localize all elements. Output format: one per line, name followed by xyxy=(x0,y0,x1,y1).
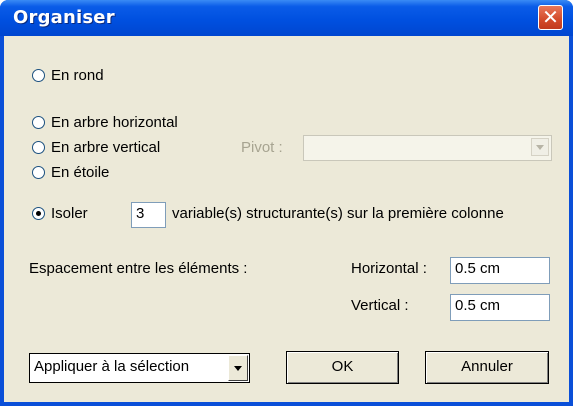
isolate-suffix-label: variable(s) structurante(s) sur la premi… xyxy=(172,205,504,222)
dialog-title: Organiser xyxy=(13,7,115,28)
chevron-down-icon xyxy=(531,138,549,156)
cancel-button[interactable]: Annuler xyxy=(425,351,549,384)
title-bar[interactable]: Organiser ✕ xyxy=(0,0,573,36)
apply-scope-select[interactable]: Appliquer à la sélection xyxy=(29,353,250,383)
radio-isolate-label[interactable]: Isoler xyxy=(51,205,88,223)
pivot-select xyxy=(303,135,552,161)
horizontal-spacing-input[interactable]: 0.5 cm xyxy=(450,257,550,284)
vertical-spacing-label: Vertical : xyxy=(351,297,409,314)
radio-horizontal-tree[interactable] xyxy=(32,116,45,129)
close-button[interactable]: ✕ xyxy=(538,5,563,30)
radio-circle[interactable] xyxy=(32,69,45,82)
radio-vertical-tree[interactable] xyxy=(32,141,45,154)
radio-star[interactable] xyxy=(32,166,45,179)
radio-circle-label[interactable]: En rond xyxy=(51,67,104,85)
pivot-label: Pivot : xyxy=(241,139,283,156)
radio-star-label[interactable]: En étoile xyxy=(51,164,109,182)
radio-horizontal-tree-label[interactable]: En arbre horizontal xyxy=(51,114,178,132)
organiser-dialog: Organiser ✕ En rond En arbre horizontal … xyxy=(0,0,573,406)
ok-button[interactable]: OK xyxy=(286,351,399,384)
vertical-spacing-input[interactable]: 0.5 cm xyxy=(450,294,550,321)
radio-vertical-tree-label[interactable]: En arbre vertical xyxy=(51,139,160,157)
close-icon: ✕ xyxy=(542,5,559,29)
radio-isolate[interactable] xyxy=(32,207,45,220)
spacing-label: Espacement entre les éléments : xyxy=(29,260,248,277)
isolate-count-input[interactable]: 3 xyxy=(131,202,166,228)
apply-scope-value: Appliquer à la sélection xyxy=(34,358,190,375)
dialog-body: En rond En arbre horizontal En arbre ver… xyxy=(4,36,569,402)
chevron-down-icon[interactable] xyxy=(228,355,248,381)
horizontal-spacing-label: Horizontal : xyxy=(351,260,427,277)
